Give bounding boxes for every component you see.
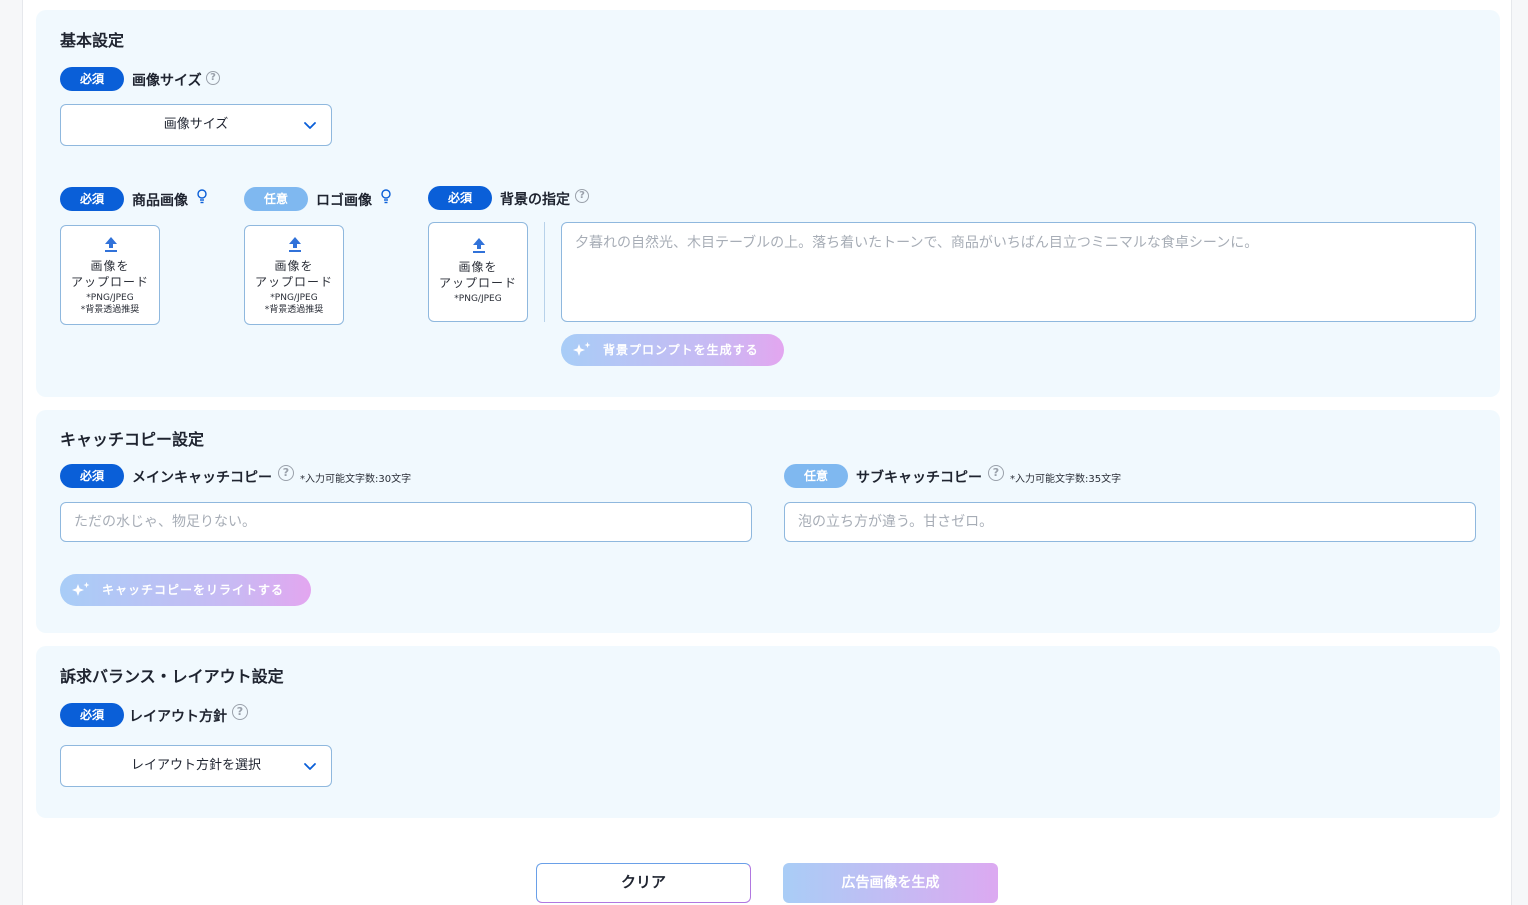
chevron-down-icon xyxy=(304,122,316,129)
help-icon[interactable]: ? xyxy=(278,465,294,481)
background-prompt-textarea[interactable] xyxy=(561,222,1476,322)
basic-settings-card: 基本設定 必須 画像サイズ ? 画像サイズ 必須 商品画像 画像を アップロード… xyxy=(36,10,1500,397)
main-catch-copy-note: *入力可能文字数:30文字 xyxy=(300,474,412,485)
upload-text: 画像を xyxy=(90,259,130,273)
logo-image-upload[interactable]: 画像を アップロード *PNG/JPEG *背景透過推奨 xyxy=(244,225,344,325)
upload-format-note: *PNG/JPEG xyxy=(454,294,502,304)
upload-text: アップロード xyxy=(438,276,517,290)
image-size-select-value: 画像サイズ xyxy=(163,117,229,132)
upload-text: アップロード xyxy=(254,275,333,289)
generate-background-prompt-button[interactable]: 背景プロンプトを生成する xyxy=(561,334,784,366)
sub-catch-copy-label: サブキャッチコピー xyxy=(856,470,982,486)
help-icon[interactable]: ? xyxy=(988,465,1004,481)
layout-settings-card: 訴求バランス・レイアウト設定 必須 レイアウト方針 ? レイアウト方針を選択 xyxy=(36,646,1500,818)
upload-arrow-icon xyxy=(105,237,117,252)
rewrite-catch-copy-button[interactable]: キャッチコピーをリライトする xyxy=(60,574,311,606)
background-image-upload[interactable]: 画像を アップロード *PNG/JPEG xyxy=(428,222,528,322)
help-icon[interactable]: ? xyxy=(575,189,589,203)
upload-transparent-note: *背景透過推奨 xyxy=(80,305,140,315)
required-badge: 必須 xyxy=(60,67,124,91)
lightbulb-icon[interactable] xyxy=(196,188,208,204)
lightbulb-icon[interactable] xyxy=(380,188,392,204)
logo-image-label: ロゴ画像 xyxy=(316,193,372,209)
upload-text: 画像を xyxy=(274,259,314,273)
upload-text: アップロード xyxy=(70,275,149,289)
main-catch-copy-label: メインキャッチコピー xyxy=(132,470,272,486)
optional-badge: 任意 xyxy=(784,464,848,488)
clear-button[interactable]: クリア xyxy=(536,863,751,903)
required-badge: 必須 xyxy=(428,186,492,210)
background-label: 背景の指定 xyxy=(500,192,570,208)
page: 基本設定 必須 画像サイズ ? 画像サイズ 必須 商品画像 画像を アップロード… xyxy=(22,0,1512,905)
upload-transparent-note: *背景透過推奨 xyxy=(264,305,324,315)
image-size-select[interactable]: 画像サイズ xyxy=(60,104,332,146)
help-icon[interactable]: ? xyxy=(232,704,248,720)
upload-arrow-icon xyxy=(289,237,301,252)
chevron-down-icon xyxy=(304,763,316,770)
divider xyxy=(544,222,545,322)
required-badge: 必須 xyxy=(60,464,124,488)
rewrite-catch-copy-label: キャッチコピーをリライトする xyxy=(102,583,285,597)
layout-policy-label: レイアウト方針 xyxy=(129,709,227,725)
upload-format-note: *PNG/JPEG xyxy=(270,293,318,303)
main-catch-copy-input[interactable] xyxy=(60,502,752,542)
help-icon[interactable]: ? xyxy=(206,71,220,85)
upload-arrow-icon xyxy=(473,238,485,253)
layout-settings-title: 訴求バランス・レイアウト設定 xyxy=(60,667,284,686)
product-image-upload[interactable]: 画像を アップロード *PNG/JPEG *背景透過推奨 xyxy=(60,225,160,325)
upload-format-note: *PNG/JPEG xyxy=(86,293,134,303)
generate-background-prompt-label: 背景プロンプトを生成する xyxy=(603,343,759,357)
optional-badge: 任意 xyxy=(244,187,308,211)
upload-text: 画像を xyxy=(458,260,498,274)
catch-copy-title: キャッチコピー設定 xyxy=(60,430,205,449)
sub-catch-copy-input[interactable] xyxy=(784,502,1476,542)
sparkle-icon xyxy=(573,342,591,356)
required-badge: 必須 xyxy=(60,187,124,211)
product-image-label: 商品画像 xyxy=(132,193,188,209)
layout-policy-select[interactable]: レイアウト方針を選択 xyxy=(60,745,332,787)
layout-policy-select-value: レイアウト方針を選択 xyxy=(130,758,261,773)
catch-copy-card: キャッチコピー設定 必須 メインキャッチコピー ? *入力可能文字数:30文字 … xyxy=(36,410,1500,633)
sparkle-icon xyxy=(72,582,90,596)
sub-catch-copy-note: *入力可能文字数:35文字 xyxy=(1010,474,1122,485)
basic-settings-title: 基本設定 xyxy=(60,31,125,50)
image-size-label: 画像サイズ xyxy=(132,73,202,89)
required-badge: 必須 xyxy=(60,703,124,727)
generate-ad-image-button[interactable]: 広告画像を生成 xyxy=(783,863,998,903)
